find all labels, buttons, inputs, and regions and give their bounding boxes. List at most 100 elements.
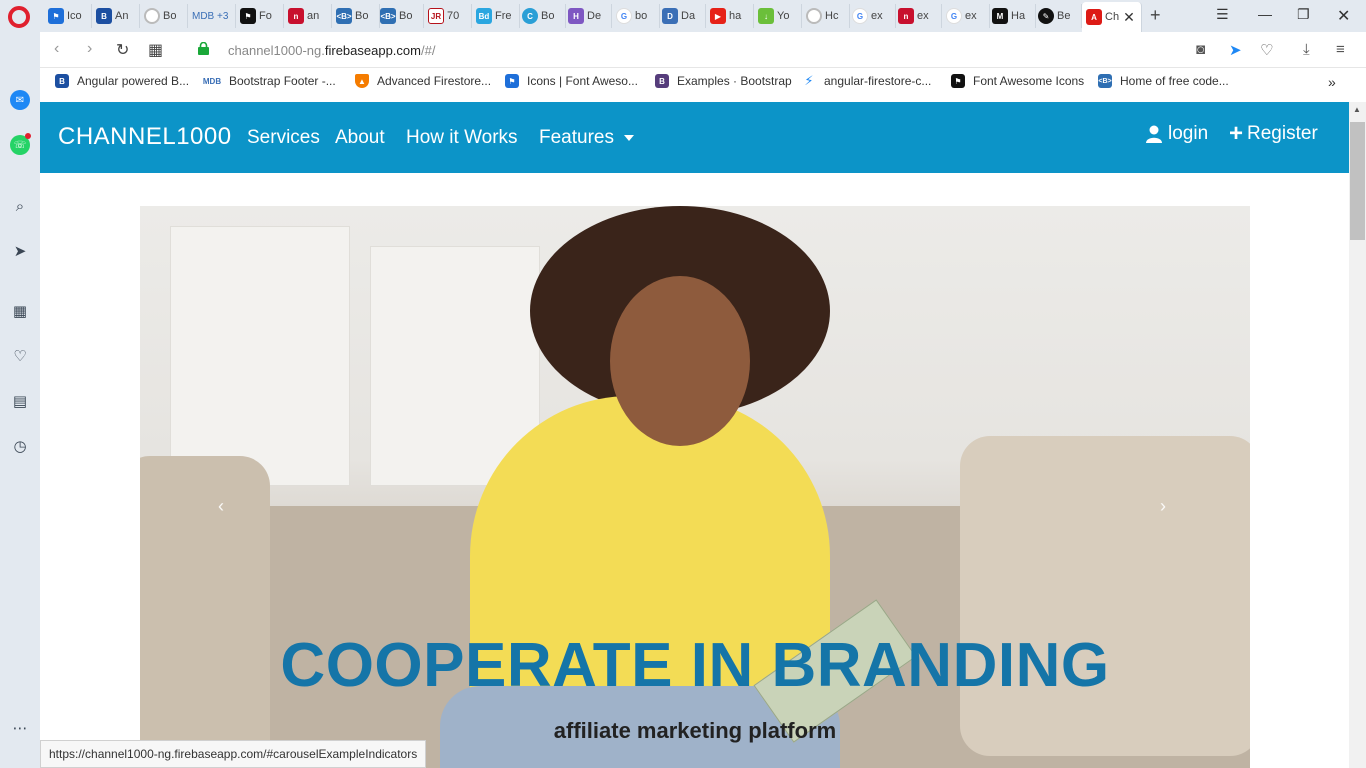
- browser-tab[interactable]: n ex: [894, 4, 942, 28]
- bookmark-item[interactable]: ⚑ Font Awesome Icons: [951, 74, 1084, 88]
- browser-tab[interactable]: <B> Bo: [376, 4, 424, 28]
- browser-tab[interactable]: Hc: [802, 4, 850, 28]
- register-link[interactable]: + Register: [1229, 120, 1318, 147]
- browser-tab[interactable]: H De: [564, 4, 612, 28]
- register-label: Register: [1247, 123, 1318, 144]
- flag-black-icon: ⚑: [951, 74, 965, 88]
- url-input[interactable]: channel1000-ng.firebaseapp.com/#/: [228, 43, 435, 58]
- nav-link-about[interactable]: About: [335, 127, 385, 149]
- forward-icon[interactable]: ›: [87, 40, 92, 58]
- firebase-icon: ▲: [355, 74, 369, 88]
- more-bookmarks-icon[interactable]: »: [1328, 74, 1336, 90]
- bookmark-label: Examples · Bootstrap: [677, 74, 792, 88]
- page-viewport: CHANNEL1000 Services About How it Works …: [40, 102, 1349, 768]
- restore-icon[interactable]: ❐: [1297, 6, 1310, 23]
- person-face-image: [610, 276, 750, 446]
- carousel-prev-icon[interactable]: ‹: [218, 496, 224, 517]
- bookmark-heart-icon[interactable]: ♡: [1260, 41, 1273, 59]
- browser-tab[interactable]: <B> Bo: [332, 4, 380, 28]
- plus-icon: +: [1229, 120, 1244, 147]
- tab-title: ex: [965, 10, 977, 22]
- flag-icon: ⚑: [48, 8, 64, 24]
- tab-title: bo: [635, 10, 648, 22]
- tab-title: Fre: [495, 10, 512, 22]
- carousel-next-icon[interactable]: ›: [1160, 496, 1166, 517]
- bookmark-item[interactable]: MDB Bootstrap Footer -...: [203, 74, 336, 88]
- browser-tab[interactable]: Bd Fre: [472, 4, 520, 28]
- nav-link-services[interactable]: Services: [247, 127, 320, 149]
- easy-setup-icon[interactable]: ≡: [1336, 41, 1345, 58]
- tab-title: An: [115, 10, 129, 22]
- background-shelf: [170, 226, 350, 486]
- browser-tab[interactable]: B An: [92, 4, 140, 28]
- browser-tab[interactable]: C Bo: [518, 4, 566, 28]
- flag-black-icon: ⚑: [240, 8, 256, 24]
- tab-title: Da: [681, 10, 696, 22]
- bookmark-item[interactable]: B Examples · Bootstrap: [655, 74, 792, 88]
- news-icon[interactable]: ▤: [10, 391, 30, 411]
- browser-tab[interactable]: ⚑ Ico: [44, 4, 92, 28]
- search-icon[interactable]: ⌕: [10, 196, 30, 216]
- browser-tab[interactable]: Gex: [942, 4, 990, 28]
- tab-title: Ha: [1011, 10, 1026, 22]
- page-scrollbar[interactable]: ▲: [1349, 102, 1366, 768]
- close-tab-icon[interactable]: ✕: [1123, 9, 1135, 26]
- download-icon[interactable]: ⤓: [1303, 41, 1310, 58]
- bookmark-item[interactable]: <B> Home of free code...: [1098, 74, 1229, 88]
- opera-logo-icon[interactable]: [8, 6, 30, 28]
- login-link[interactable]: login: [1146, 123, 1208, 145]
- bookmark-item[interactable]: ⚡ angular-firestore-c...: [802, 73, 931, 88]
- scroll-up-icon[interactable]: ▲: [1353, 105, 1361, 114]
- user-icon: [1146, 125, 1162, 143]
- messenger-icon[interactable]: ✉: [10, 90, 30, 110]
- angular-icon: A: [1086, 9, 1102, 25]
- angular-shield-icon: B: [55, 74, 69, 88]
- bootstrap-b-icon: <B>: [336, 8, 352, 24]
- nav-link-how-it-works[interactable]: How it Works: [406, 127, 518, 149]
- minimize-icon[interactable]: —: [1258, 6, 1272, 22]
- more-icon[interactable]: ⋯: [10, 718, 30, 738]
- close-window-icon[interactable]: ✕: [1337, 6, 1350, 26]
- browser-tab[interactable]: ▶ ha: [706, 4, 754, 28]
- d-icon: D: [662, 8, 678, 24]
- browser-tab[interactable]: D Da: [658, 4, 706, 28]
- url-suffix: /#/: [420, 43, 436, 58]
- site-brand[interactable]: CHANNEL1000: [58, 123, 232, 151]
- c-icon: C: [522, 8, 538, 24]
- browser-tab[interactable]: JR 70: [424, 4, 472, 28]
- send-icon[interactable]: ➤: [1229, 41, 1242, 59]
- url-prefix: channel1000-ng.: [228, 43, 325, 58]
- back-icon[interactable]: ‹: [54, 40, 59, 58]
- speed-dial-icon[interactable]: ▦: [10, 301, 30, 321]
- nav-dropdown-features[interactable]: Features: [539, 127, 634, 149]
- browser-tab[interactable]: Gex: [848, 4, 896, 28]
- bookmark-item[interactable]: B Angular powered B...: [55, 74, 189, 88]
- browser-tab[interactable]: Gbo: [612, 4, 660, 28]
- new-tab-button[interactable]: +: [1150, 5, 1161, 26]
- lock-icon: [198, 42, 209, 55]
- browser-tab[interactable]: MDB +3: [188, 4, 236, 28]
- bootstrap-b-icon: <B>: [380, 8, 396, 24]
- history-icon[interactable]: ◷: [10, 436, 30, 456]
- reload-icon[interactable]: ↻: [116, 40, 129, 60]
- tab-title: Hc: [825, 10, 839, 22]
- red-square-icon: n: [898, 8, 914, 24]
- bookmark-item[interactable]: ▲ Advanced Firestore...: [355, 74, 491, 88]
- send-icon[interactable]: ➤: [10, 241, 30, 261]
- browser-tab[interactable]: ⚑ Fo: [236, 4, 284, 28]
- browser-tab[interactable]: ✎ Be: [1034, 4, 1082, 28]
- camera-icon[interactable]: ◙: [1196, 41, 1205, 58]
- tab-title: Ch: [1105, 11, 1120, 23]
- heart-icon[interactable]: ♡: [10, 346, 30, 366]
- opera-sidebar: ✉ ☏ ⌕ ➤ ▦ ♡ ▤ ◷ ⋯: [0, 32, 40, 768]
- browser-tab[interactable]: ↓ Yo: [754, 4, 802, 28]
- tab-menu-icon[interactable]: ☰: [1216, 6, 1229, 23]
- browser-tab[interactable]: M Ha: [988, 4, 1036, 28]
- bookmark-label: Icons | Font Aweso...: [527, 74, 638, 88]
- browser-tab[interactable]: n an: [284, 4, 332, 28]
- browser-tab-active[interactable]: A Ch ✕: [1082, 2, 1142, 32]
- bookmark-item[interactable]: ⚑ Icons | Font Aweso...: [505, 74, 638, 88]
- browser-tab[interactable]: Bo: [140, 4, 188, 28]
- scroll-thumb[interactable]: [1350, 122, 1365, 240]
- tabs-grid-icon[interactable]: ▦: [148, 40, 163, 60]
